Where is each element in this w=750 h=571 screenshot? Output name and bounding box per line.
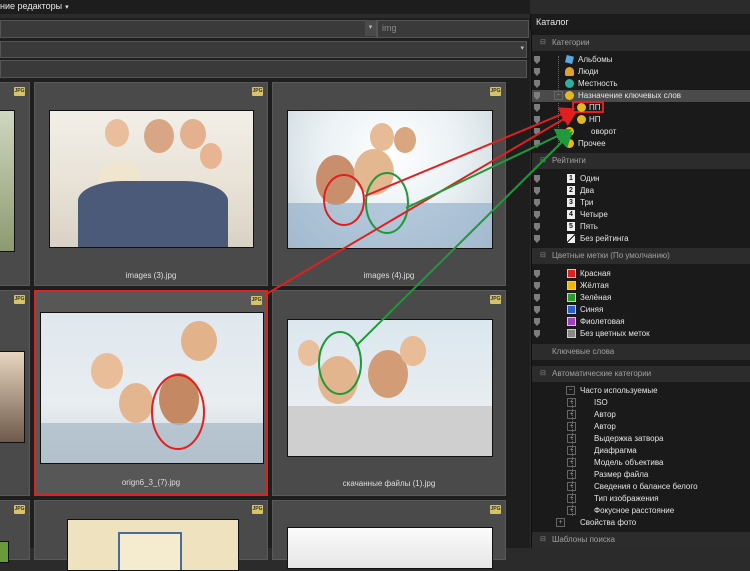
red-face-circle [323,174,365,226]
red-arrow [262,110,578,297]
red-face-circle [151,374,205,450]
annotation-overlay [151,107,578,450]
green-face-circle [318,331,362,395]
green-arrow [355,131,573,347]
red-arrow [364,107,576,197]
